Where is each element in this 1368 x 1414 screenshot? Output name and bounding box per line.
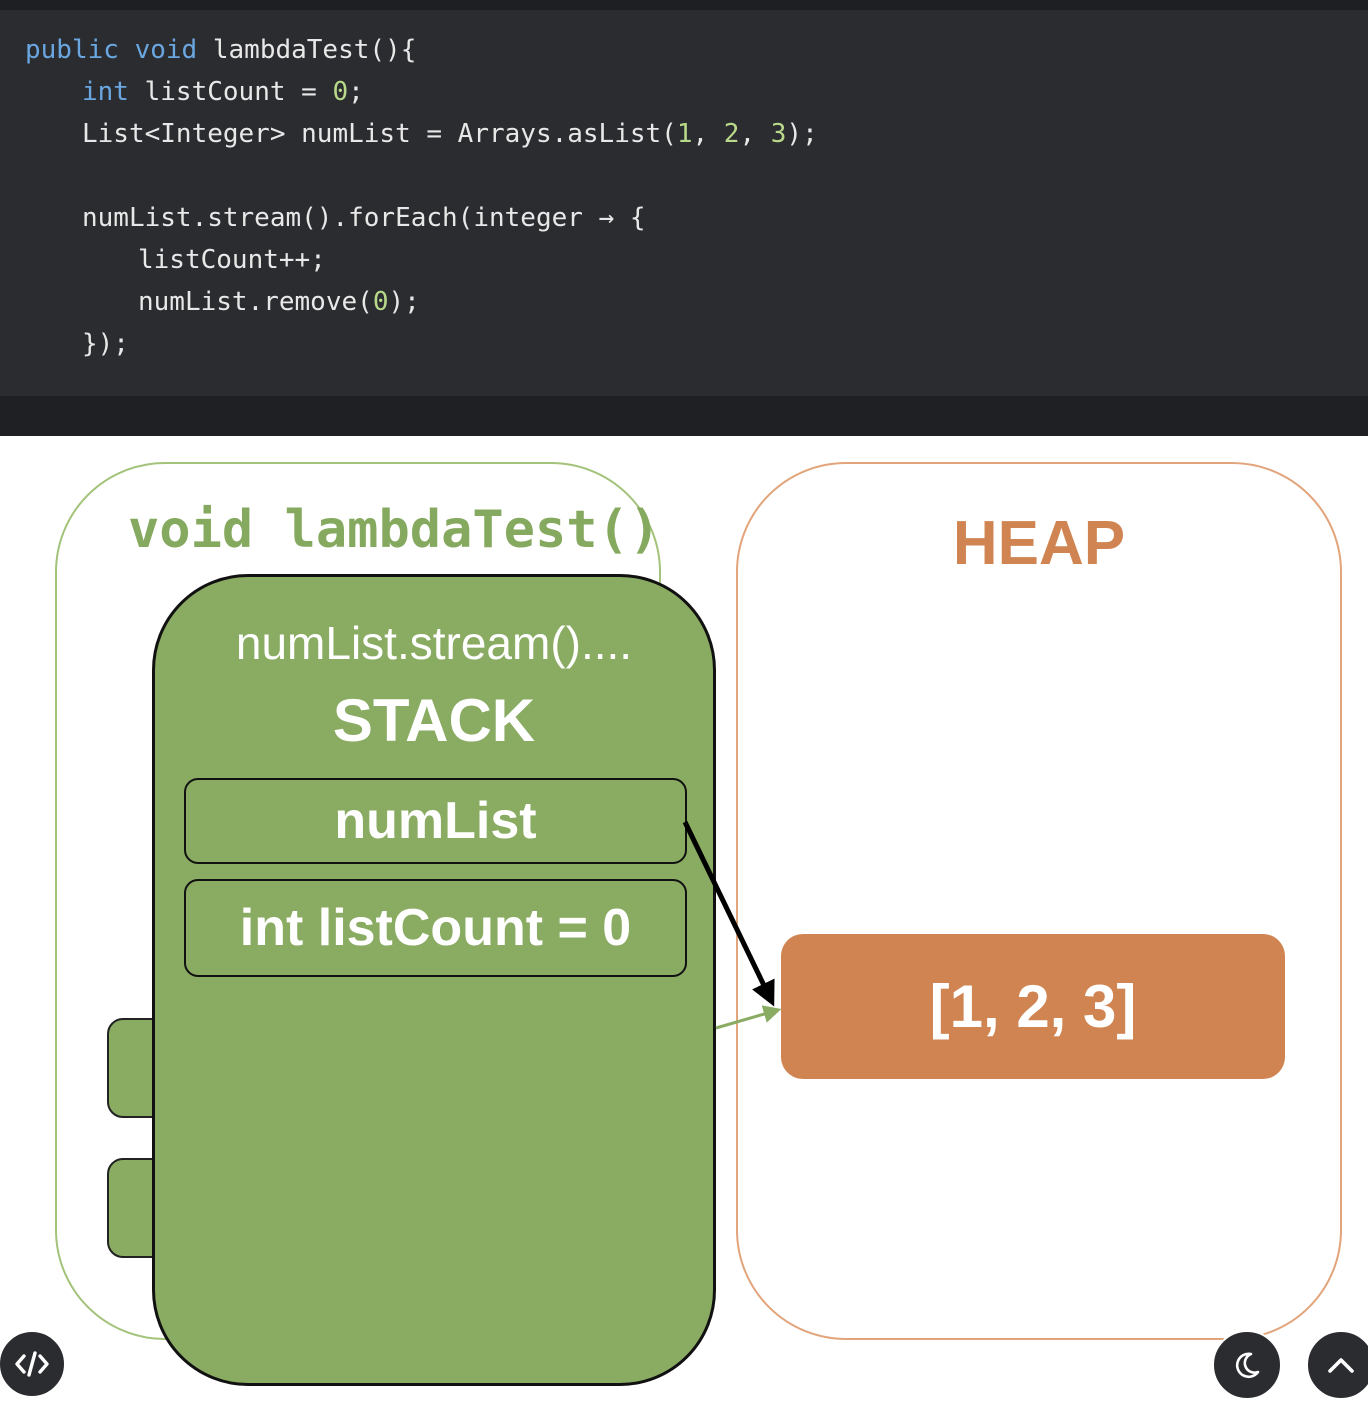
number-literal: 3 <box>770 119 787 149</box>
keyword: public <box>25 35 119 65</box>
code-line-1: public void lambdaTest(){ <box>25 34 416 66</box>
stack-frame-title: numList.stream().... <box>235 617 633 669</box>
heap-area <box>736 462 1342 1340</box>
number-literal: 2 <box>723 119 740 149</box>
code-icon <box>14 1349 50 1379</box>
code-line-6: numList.remove(0); <box>138 286 420 318</box>
number-literal: 0 <box>332 77 349 107</box>
code-text: numList.remove( <box>138 287 373 317</box>
code-text: listCount++; <box>138 245 326 275</box>
stack-slot-numlist: numList <box>184 778 687 864</box>
number-literal: 0 <box>372 287 389 317</box>
method-label: void lambdaTest() <box>128 500 661 560</box>
code-block-footer <box>0 396 1368 436</box>
code-text: ); <box>786 119 818 149</box>
code-text: lambdaTest(){ <box>212 35 417 65</box>
code-text: , <box>692 119 724 149</box>
code-text: numList.stream().forEach(integer → { <box>82 203 646 233</box>
theme-toggle-button[interactable] <box>1212 1330 1282 1400</box>
code-text: }); <box>82 329 129 359</box>
code-text: ); <box>388 287 420 317</box>
number-literal: 1 <box>676 119 693 149</box>
code-block: public void lambdaTest(){ int listCount … <box>0 10 1368 396</box>
code-text: List<Integer> numList = Arrays.asList( <box>82 119 677 149</box>
code-line-3: List<Integer> numList = Arrays.asList(1,… <box>82 118 818 150</box>
keyword: void <box>134 35 198 65</box>
chevron-up-icon <box>1326 1353 1356 1377</box>
scroll-top-button[interactable] <box>1306 1330 1368 1400</box>
code-text: listCount = <box>144 77 333 107</box>
moon-icon <box>1232 1350 1262 1380</box>
code-text: , <box>739 119 771 149</box>
code-text: ; <box>348 77 364 107</box>
code-line-5: listCount++; <box>138 244 326 276</box>
code-line-7: }); <box>82 328 129 360</box>
heap-title: HEAP <box>952 509 1126 578</box>
heap-array-object: [1, 2, 3] <box>781 934 1285 1079</box>
top-strip <box>0 0 1368 10</box>
code-line-4: numList.stream().forEach(integer → { <box>82 202 646 234</box>
code-toggle-button[interactable] <box>0 1330 66 1398</box>
code-line-2: int listCount = 0; <box>82 76 364 108</box>
stack-slot-listcount: int listCount = 0 <box>184 879 687 977</box>
stack-title: STACK <box>332 687 536 754</box>
keyword: int <box>82 77 129 107</box>
